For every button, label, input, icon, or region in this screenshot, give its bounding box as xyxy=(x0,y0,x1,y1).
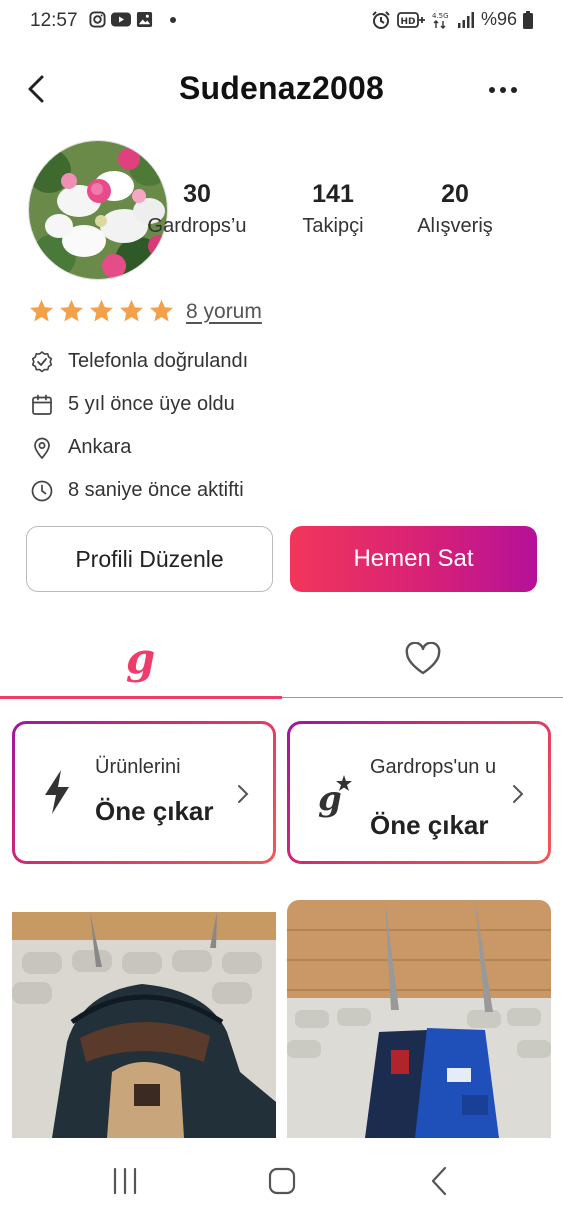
info-text: Ankara xyxy=(68,436,132,458)
star-icon xyxy=(30,299,53,322)
promo-card-body: Ürünlerini Öne çıkar xyxy=(15,724,273,861)
more-notifications-dot xyxy=(170,16,176,23)
system-back-button[interactable] xyxy=(420,1164,460,1198)
clock-icon xyxy=(31,480,53,501)
promo-line2: Öne çıkar xyxy=(370,810,489,840)
heart-icon xyxy=(405,642,440,675)
recent-apps-icon xyxy=(113,1167,137,1195)
stat-value: 20 xyxy=(441,180,469,208)
tab-favorites[interactable] xyxy=(282,620,563,698)
promo-line2: Öne çıkar xyxy=(95,796,214,826)
verified-icon xyxy=(31,350,53,372)
stat-label: Takipçi xyxy=(302,215,364,237)
product-image-jacket xyxy=(12,912,276,1138)
status-notification-icons xyxy=(89,11,176,28)
gallery-icon xyxy=(136,11,153,28)
stat-value: 141 xyxy=(312,180,354,208)
star-icon xyxy=(90,299,113,322)
more-options-button[interactable] xyxy=(483,80,523,100)
instagram-icon xyxy=(89,11,106,28)
status-bar: 12:57 HD 4.5G %96 xyxy=(0,0,563,44)
signal-icon xyxy=(457,11,474,28)
star-icon xyxy=(60,299,83,322)
star-icon xyxy=(120,299,143,322)
profile-header: Sudenaz2008 xyxy=(0,58,563,122)
hd-icon: HD xyxy=(397,11,425,28)
stat-label: Gardrops’u xyxy=(147,215,247,237)
product-card-pants[interactable] xyxy=(287,900,551,1138)
system-nav-bar xyxy=(0,1140,563,1219)
chevron-right-icon xyxy=(513,785,524,803)
calendar-icon xyxy=(32,394,52,415)
star-icon xyxy=(150,299,173,322)
alarm-icon xyxy=(372,10,390,29)
info-row-last-active: 8 saniye önce aktifti xyxy=(30,469,248,512)
info-row-verified: Telefonla doğrulandı xyxy=(30,340,248,383)
profile-tabs: g xyxy=(0,620,563,699)
network-4g-icon: 4.5G xyxy=(432,12,449,29)
active-tab-indicator xyxy=(0,696,282,699)
edit-profile-button[interactable]: Profili Düzenle xyxy=(26,526,273,592)
chevron-right-icon xyxy=(238,785,249,803)
lightning-icon xyxy=(45,770,69,814)
home-button[interactable] xyxy=(262,1164,302,1198)
stat-purchases[interactable]: 20 Alışveriş xyxy=(390,180,520,238)
profile-info-list: Telefonla doğrulandı 5 yıl önce üye oldu… xyxy=(30,340,248,512)
status-time: 12:57 xyxy=(30,10,78,31)
location-pin-icon xyxy=(34,437,50,459)
promote-wardrobe-card[interactable]: g Gardrops'un u Öne çıkar xyxy=(287,721,551,864)
back-arrow-icon xyxy=(431,1166,447,1196)
promo-card-body: g Gardrops'un u Öne çıkar xyxy=(290,724,548,861)
stat-value: 30 xyxy=(183,180,211,208)
battery-percent: %96 xyxy=(480,9,517,29)
product-card-jacket[interactable] xyxy=(12,912,276,1138)
promo-line1: Ürünlerini xyxy=(95,756,181,778)
youtube-icon xyxy=(111,12,131,27)
recent-apps-button[interactable] xyxy=(106,1164,146,1198)
more-dot xyxy=(511,87,517,93)
sell-now-button[interactable]: Hemen Sat xyxy=(290,526,537,592)
g-star-icon: g xyxy=(318,775,352,819)
svg-text:HD: HD xyxy=(400,17,415,27)
home-icon xyxy=(268,1167,296,1195)
svg-text:g: g xyxy=(318,779,342,819)
gardrops-g-icon: g xyxy=(125,634,156,683)
page-title: Sudenaz2008 xyxy=(179,70,384,106)
stat-followers[interactable]: 141 Takipçi xyxy=(268,180,398,238)
rating: 8 yorum xyxy=(28,298,262,325)
tab-wardrobe[interactable]: g xyxy=(0,620,281,698)
info-row-member-since: 5 yıl önce üye oldu xyxy=(30,383,248,426)
info-row-location: Ankara xyxy=(30,426,248,469)
stat-label: Alışveriş xyxy=(417,215,493,237)
promo-line1: Gardrops'un u xyxy=(370,756,497,778)
promote-products-card[interactable]: Ürünlerini Öne çıkar xyxy=(12,721,276,864)
svg-text:4.5G: 4.5G xyxy=(432,12,449,20)
status-right: HD 4.5G %96 xyxy=(371,9,533,30)
more-dot xyxy=(489,87,495,93)
reviews-link[interactable]: 8 yorum xyxy=(186,300,262,324)
info-text: Telefonla doğrulandı xyxy=(68,350,249,372)
info-text: 5 yıl önce üye oldu xyxy=(68,393,235,415)
battery-icon xyxy=(523,10,533,29)
more-dot xyxy=(500,87,506,93)
info-text: 8 saniye önce aktifti xyxy=(68,479,244,501)
product-image-pants xyxy=(287,900,551,1138)
stat-wardrobe[interactable]: 30 Gardrops’u xyxy=(132,180,262,238)
